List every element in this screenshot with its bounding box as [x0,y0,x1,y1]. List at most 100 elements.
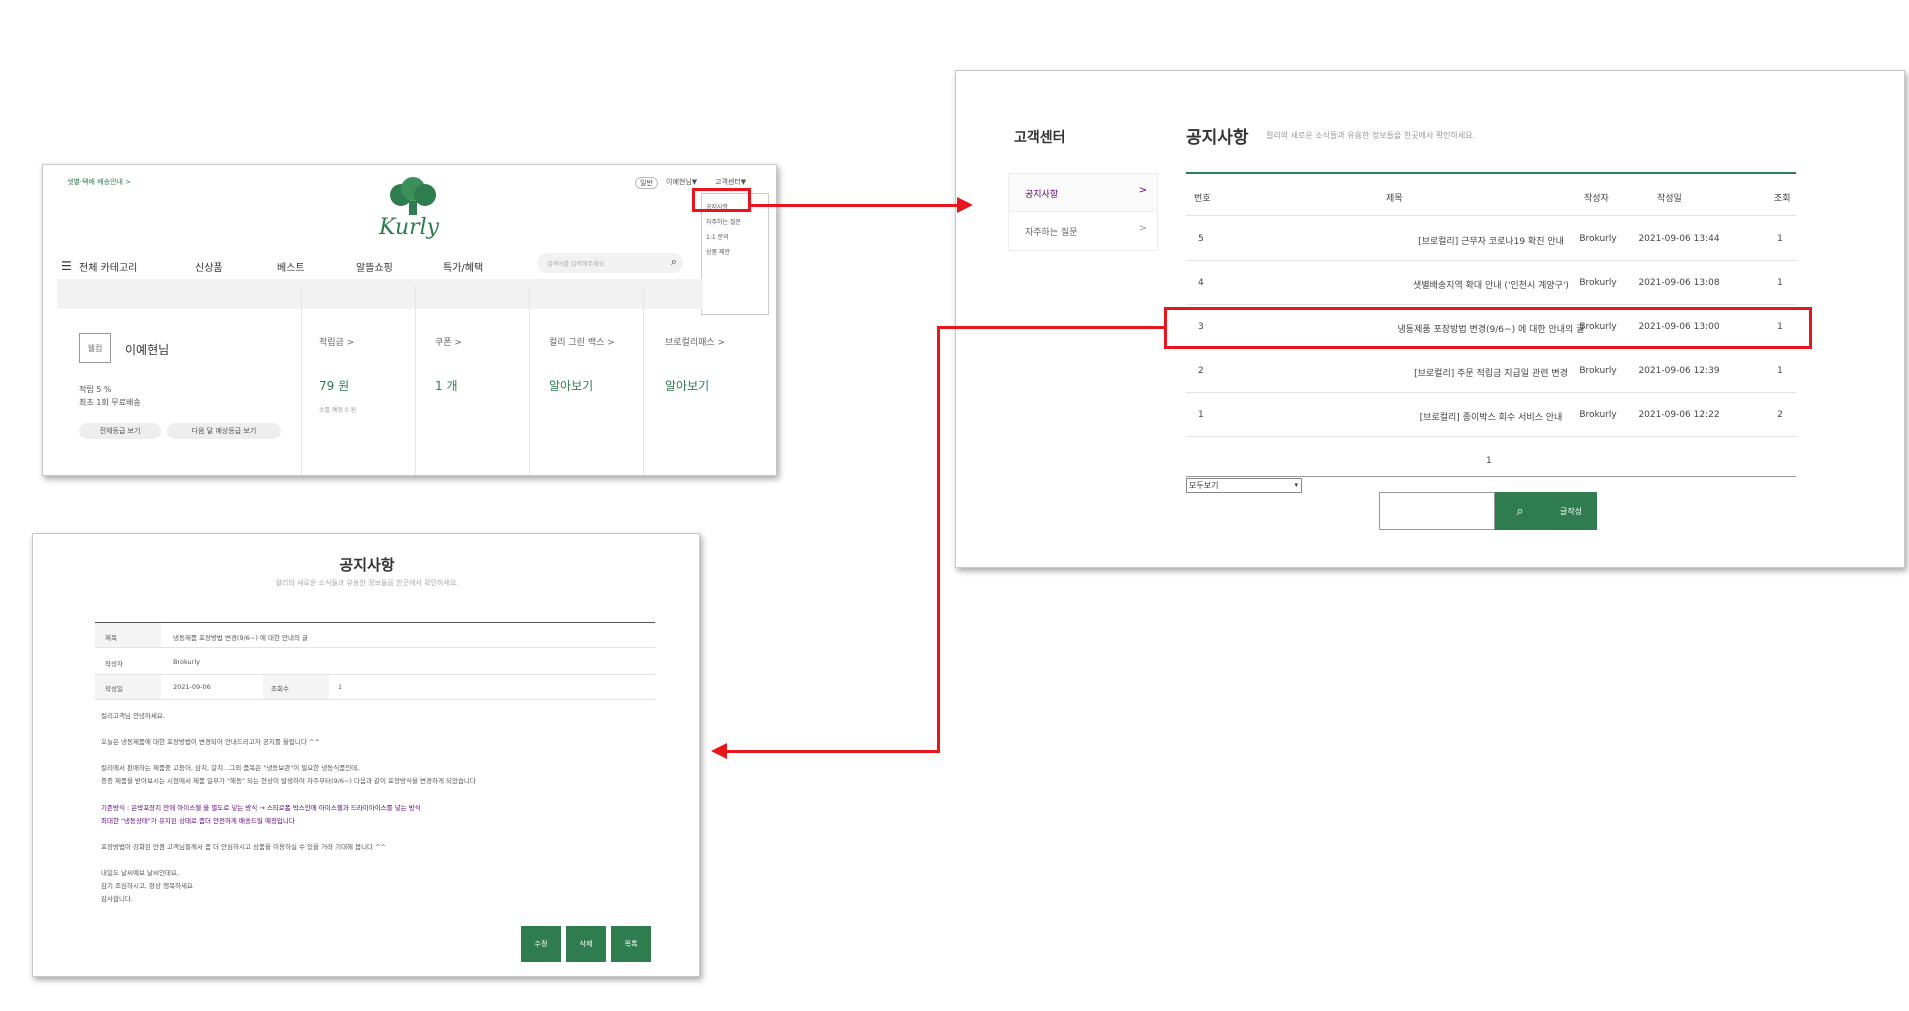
value-views: 1 [338,683,343,691]
cell-title[interactable]: 샛별배송지역 확대 안내 ('인천시 계양구') [1413,278,1569,291]
coupon-label[interactable]: 쿠폰 > [435,335,462,348]
body-line: 감사합니다. [101,895,133,903]
write-button[interactable]: 글작성 [1545,492,1597,530]
cell-date: 2021-09-06 12:22 [1638,410,1720,420]
search-input[interactable] [1379,492,1495,530]
all-grades-button[interactable]: 전체등급 보기 [79,423,161,439]
cell-no: 4 [1198,278,1204,288]
label-views: 조회수 [271,685,289,693]
table-row[interactable]: 4 샛별배송지역 확대 안내 ('인천시 계양구') Brokurly 2021-09… [1186,261,1796,305]
delivery-notice-link[interactable]: 샛별·택배 배송안내 > [67,177,131,187]
pass-label[interactable]: 브로컬리패스 > [665,335,725,348]
search-placeholder: 검색어를 입력해주세요 [547,261,605,268]
nav-all-category[interactable]: 전체 카테고리 [79,259,137,274]
cell-views: 1 [1777,234,1783,244]
sidebar-faq-label: 자주하는 질문 [1025,228,1078,238]
cs-menu-faq[interactable]: 자주하는 질문 [706,217,741,226]
cell-views: 2 [1777,410,1783,420]
menu-icon[interactable]: ☰ [61,259,72,273]
cell-no: 5 [1198,234,1204,244]
mypage-panel: 샛별·택배 배송안내 > 일반 이예현님▼ 고객센터▼ Kurly ☰ 전체 카… [42,164,777,476]
table-row[interactable]: 1 [브로컬리] 종이박스 회수 서비스 안내 Brokurly 2021-09-06… [1186,393,1796,437]
greenbag-label[interactable]: 컬리 그린 백스 > [549,335,615,348]
search-icon: ⌕ [1516,503,1524,519]
body-line: 컬리고객님 안녕하세요. [101,712,165,720]
arrow-line [722,750,940,753]
filter-select[interactable]: 모두보기 ▾ [1186,478,1302,493]
cell-date: 2021-09-06 13:08 [1638,278,1720,288]
row-divider [95,699,655,700]
highlight-row-3 [1164,307,1812,349]
cs-sidebar: 공지사항 > 자주하는 질문 > [1008,173,1158,251]
arrow-head-left-icon [711,743,727,759]
nav-best[interactable]: 베스트 [277,259,305,274]
value-date: 2021-09-06 [173,683,211,691]
edit-button[interactable]: 수정 [521,926,561,962]
cell-no: 1 [1198,410,1204,420]
next-grade-button[interactable]: 다음 달 예상등급 보기 [167,423,281,439]
pass-value[interactable]: 알아보기 [665,377,709,394]
greenbag-value[interactable]: 알아보기 [549,377,593,394]
sidebar-notice-label: 공지사항 [1025,190,1059,200]
benefit-rate: 적립 5 % [79,385,112,394]
cs-menu-link[interactable]: 고객센터▼ [715,177,746,187]
page-subtitle: 컬리의 새로운 소식들과 유용한 정보들을 한곳에서 확인하세요. [1266,131,1476,140]
col-title: 제목 [1386,194,1403,204]
chevron-right-icon: > [1138,185,1147,196]
search-button[interactable]: ⌕ [1495,492,1545,530]
filter-value: 모두보기 [1189,481,1219,490]
pagination-current[interactable]: 1 [1486,456,1492,466]
col-author: 작성자 [1584,194,1609,204]
cell-title[interactable]: [브로컬리] 종이박스 회수 서비스 안내 [1420,410,1563,423]
user-menu-link[interactable]: 이예현님▼ [666,177,697,187]
cell-author: Brokurly [1579,410,1617,420]
cell-date: 2021-09-06 12:39 [1638,366,1720,376]
nav-new[interactable]: 신상품 [195,259,223,274]
page-title: 공지사항 [1186,128,1249,148]
value-author: Brokurly [173,658,200,666]
points-expire: 소멸 예정 0 원 [319,407,357,414]
detail-top-border [95,622,655,623]
table-bottom-border [1186,476,1796,477]
body-line-highlight: 최대한 "냉동상태"가 유지된 상태로 좀더 안전하게 배송드릴 예정입니다 [101,817,295,825]
chevron-down-icon: ▾ [1294,481,1298,489]
cell-views: 1 [1777,366,1783,376]
divider [643,287,644,475]
cell-no: 2 [1198,366,1204,376]
cell-author: Brokurly [1579,234,1617,244]
sidebar-item-faq[interactable]: 자주하는 질문 > [1009,212,1157,250]
list-button[interactable]: 목록 [611,926,651,962]
divider [415,287,416,475]
user-name: 이예현님 [125,343,170,357]
table-row[interactable]: 2 [브로컬리] 주문 적립금 지급일 관련 변경 Brokurly 2021-09-… [1186,349,1796,393]
row-divider [95,674,655,675]
arrow-head-right-icon [957,197,973,213]
table-row[interactable]: 5 [브로컬리] 근무자 코로나19 확진 안내 Brokurly 2021-09-0… [1186,217,1796,261]
cell-title[interactable]: [브로컬리] 주문 적립금 지급일 관련 변경 [1414,366,1568,379]
kurly-logo[interactable]: Kurly [373,177,453,243]
cs-menu-inquiry[interactable]: 1:1 문의 [706,232,729,241]
cell-date: 2021-09-06 13:44 [1638,234,1720,244]
search-input[interactable]: 검색어를 입력해주세요 ⌕ [537,253,683,273]
points-label[interactable]: 적립금 > [319,335,354,348]
body-line: 오늘은 냉동제품에 대한 포장방법이 변경되어 안내드리고자 공지를 올립니다 … [101,738,320,746]
cs-sidebar-title: 고객센터 [1014,130,1066,146]
notice-detail-panel: 공지사항 컬리의 새로운 소식들과 유용한 정보들을 한곳에서 확인하세요. 제… [32,533,700,977]
body-line: 내일도 날씨예보 날씨인데요, [101,869,179,877]
nav-saving[interactable]: 알뜰쇼핑 [356,259,393,274]
cell-author: Brokurly [1579,366,1617,376]
points-value: 79 원 [319,379,350,393]
sidebar-item-notice[interactable]: 공지사항 > [1009,174,1157,212]
delete-button[interactable]: 삭제 [566,926,606,962]
row-divider [95,647,655,648]
highlight-notice-menu [692,188,751,212]
arrow-line [937,326,1164,329]
body-line-highlight: 기존방식 : 은박포장지 안에 아이스젤 을 별도로 넣는 방식 → 스티로폼 … [101,804,421,812]
divider [301,287,302,475]
label-author: 작성자 [105,660,123,668]
search-icon[interactable]: ⌕ [671,255,677,269]
cell-author: Brokurly [1579,278,1617,288]
cell-title[interactable]: [브로컬리] 근무자 코로나19 확진 안내 [1418,234,1564,247]
cs-menu-suggest[interactable]: 상품 제안 [706,247,730,256]
nav-special[interactable]: 특가/혜택 [443,259,483,274]
